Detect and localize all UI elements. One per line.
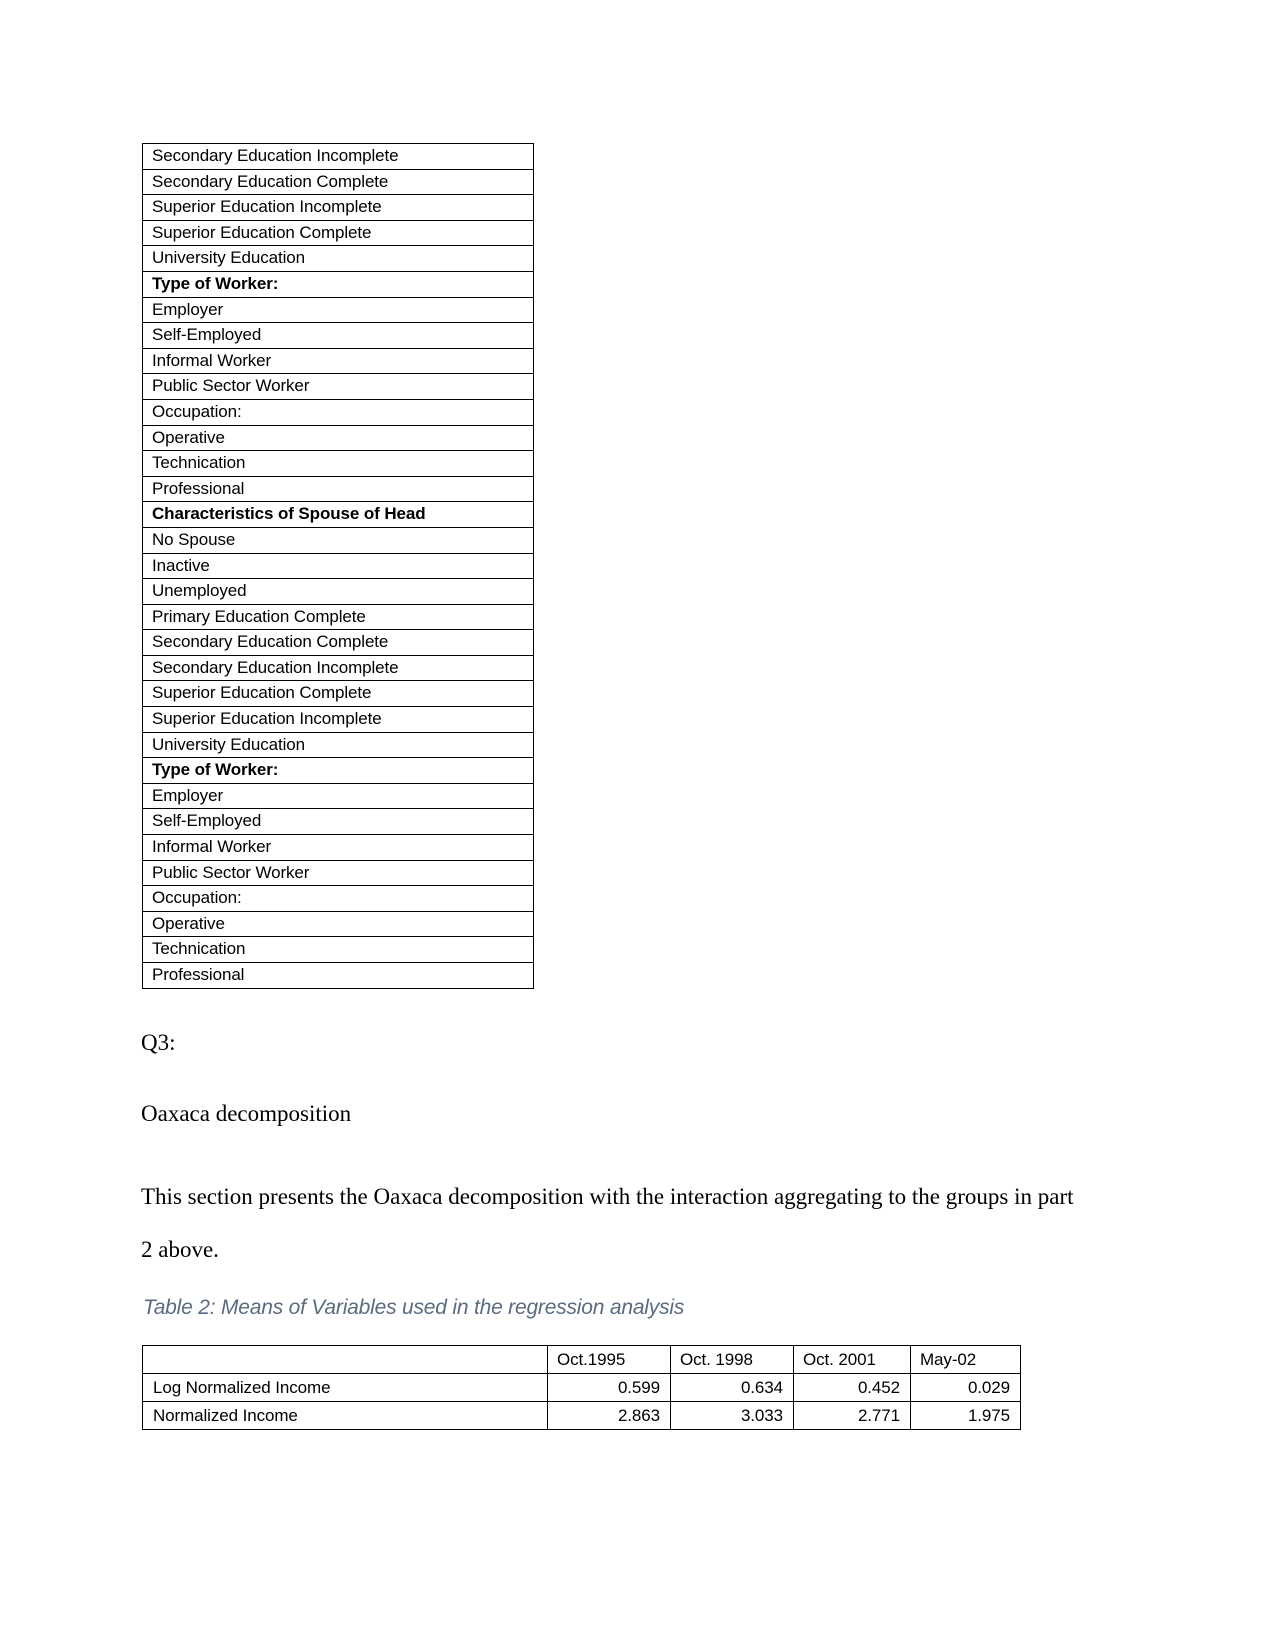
variable-cell: Secondary Education Complete (142, 168, 534, 196)
variable-cell: Occupation: (142, 885, 534, 912)
variable-cell: Superior Education Incomplete (142, 194, 534, 221)
variable-cell: University Education (142, 731, 534, 759)
variable-cell: Operative (142, 910, 534, 938)
table-row: Occupation: (142, 398, 534, 426)
variable-cell: Superior Education Complete (142, 219, 534, 247)
table-row: Informal Worker (142, 347, 534, 375)
data-cell: 1.975 (910, 1401, 1021, 1430)
row-label: Normalized Income (142, 1401, 548, 1430)
data-cell: 2.863 (547, 1401, 671, 1430)
table-row: Technication (142, 450, 534, 477)
table-row: Superior Education Incomplete (142, 194, 534, 221)
table-row: Log Normalized Income 0.599 0.634 0.452 … (142, 1373, 1021, 1402)
means-table: Oct.1995 Oct. 1998 Oct. 2001 May-02 Log … (142, 1345, 1021, 1430)
variable-cell: Operative (142, 424, 534, 452)
table-header-row: Oct.1995 Oct. 1998 Oct. 2001 May-02 (142, 1345, 1021, 1374)
variable-cell: Self-Employed (142, 322, 534, 349)
table-row: Secondary Education Incomplete (142, 654, 534, 682)
table-row: Primary Education Complete (142, 603, 534, 631)
table-row: Professional (142, 962, 534, 989)
variable-cell: Employer (142, 782, 534, 810)
variable-cell: Secondary Education Incomplete (142, 654, 534, 682)
variable-cell: Professional (142, 475, 534, 503)
variable-cell: Secondary Education Complete (142, 629, 534, 656)
variable-cell: Occupation: (142, 398, 534, 426)
data-cell: 2.771 (793, 1401, 911, 1430)
variable-cell: Technication (142, 936, 534, 963)
variable-cell: Employer (142, 296, 534, 324)
table-row: University Education (142, 245, 534, 272)
table-row: Professional (142, 475, 534, 503)
table-row: Type of Worker: (142, 757, 534, 784)
column-header-oct-1995: Oct.1995 (547, 1345, 671, 1374)
table-row: Secondary Education Complete (142, 168, 534, 196)
table-row: Unemployed (142, 578, 534, 605)
column-header-may-02: May-02 (910, 1345, 1021, 1374)
column-header-oct-2001: Oct. 2001 (793, 1345, 911, 1374)
corner-header-cell (142, 1345, 548, 1374)
table-row: Public Sector Worker (142, 859, 534, 887)
variable-cell: No Spouse (142, 526, 534, 554)
variable-cell: Self-Employed (142, 808, 534, 836)
table-row: Employer (142, 782, 534, 810)
table-caption: Table 2: Means of Variables used in the … (143, 1296, 685, 1319)
data-cell: 0.452 (793, 1373, 911, 1402)
table-row: Self-Employed (142, 322, 534, 349)
table-row: Occupation: (142, 885, 534, 912)
data-cell: 3.033 (670, 1401, 794, 1430)
variable-group-header: Characteristics of Spouse of Head (142, 501, 534, 528)
variable-cell: Professional (142, 962, 534, 989)
table-row: Type of Worker: (142, 270, 534, 298)
question-label: Q3: (141, 1030, 176, 1055)
variable-cell: Informal Worker (142, 834, 534, 861)
table-row: Inactive (142, 552, 534, 580)
variable-cell: Superior Education Complete (142, 680, 534, 708)
table-row: Operative (142, 424, 534, 452)
table-row: Employer (142, 296, 534, 324)
table-row: University Education (142, 731, 534, 759)
variable-cell: Primary Education Complete (142, 603, 534, 631)
variable-cell: Superior Education Incomplete (142, 706, 534, 733)
table-row: Informal Worker (142, 834, 534, 861)
table-row: Normalized Income 2.863 3.033 2.771 1.97… (142, 1401, 1021, 1430)
table-row: Superior Education Incomplete (142, 706, 534, 733)
variable-cell: Public Sector Worker (142, 373, 534, 400)
column-header-oct-1998: Oct. 1998 (670, 1345, 794, 1374)
variable-cell: Unemployed (142, 578, 534, 605)
variable-list-table: Secondary Education Incomplete Secondary… (142, 143, 534, 989)
data-cell: 0.599 (547, 1373, 671, 1402)
variable-group-header: Type of Worker: (142, 757, 534, 784)
variable-cell: Secondary Education Incomplete (142, 143, 534, 170)
variable-group-header: Type of Worker: (142, 270, 534, 298)
variable-list-body: Secondary Education Incomplete Secondary… (142, 143, 534, 989)
table-row: Self-Employed (142, 808, 534, 836)
section-heading: Oaxaca decomposition (141, 1101, 352, 1126)
table-row: Superior Education Complete (142, 219, 534, 247)
document-page: Secondary Education Incomplete Secondary… (0, 0, 1275, 1651)
table-row: Secondary Education Complete (142, 629, 534, 656)
data-cell: 0.029 (910, 1373, 1021, 1402)
means-table-body: Log Normalized Income 0.599 0.634 0.452 … (142, 1373, 1021, 1430)
variable-cell: Informal Worker (142, 347, 534, 375)
table-row: Public Sector Worker (142, 373, 534, 400)
table-row: Superior Education Complete (142, 680, 534, 708)
table-row: No Spouse (142, 526, 534, 554)
table-row: Secondary Education Incomplete (142, 143, 534, 170)
intro-paragraph: This section presents the Oaxaca decompo… (141, 1184, 1074, 1262)
table-row: Technication (142, 936, 534, 963)
row-label: Log Normalized Income (142, 1373, 548, 1402)
variable-cell: Inactive (142, 552, 534, 580)
variable-cell: Public Sector Worker (142, 859, 534, 887)
variable-cell: Technication (142, 450, 534, 477)
table-row: Characteristics of Spouse of Head (142, 501, 534, 528)
table-row: Operative (142, 910, 534, 938)
variable-cell: University Education (142, 245, 534, 272)
means-table-head: Oct.1995 Oct. 1998 Oct. 2001 May-02 (142, 1345, 1021, 1374)
data-cell: 0.634 (670, 1373, 794, 1402)
